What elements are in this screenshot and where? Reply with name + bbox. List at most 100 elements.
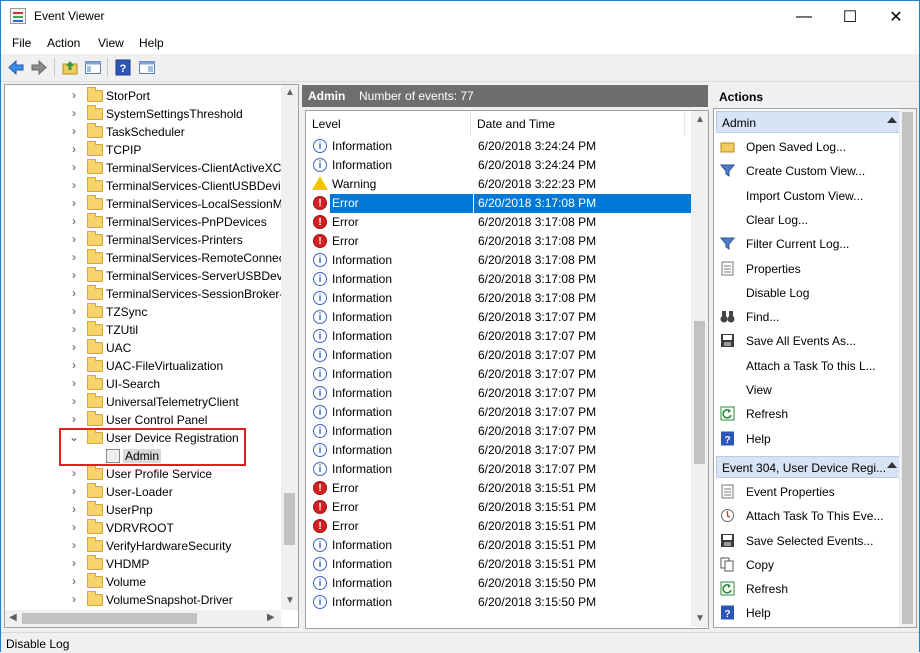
action-disable-log[interactable]: Disable Log — [714, 282, 904, 304]
chevron-right-icon[interactable]: › — [68, 286, 80, 300]
action-import-custom-view[interactable]: Import Custom View... — [714, 185, 904, 207]
event-row[interactable]: ! Error 6/20/2018 3:15:51 PM — [308, 479, 688, 498]
event-row[interactable]: ! Error 6/20/2018 3:17:08 PM — [308, 194, 692, 213]
scroll-right-arrow-icon[interactable]: ▶ — [267, 612, 275, 623]
action-copy[interactable]: Copy — [714, 554, 904, 576]
action-save-selected-events[interactable]: Save Selected Events... — [714, 530, 904, 552]
event-row[interactable]: i Information 6/20/2018 3:15:50 PM — [308, 593, 688, 612]
tree-item-folder[interactable]: ⌄ User Device Registration — [5, 429, 285, 447]
tree-vertical-scrollbar[interactable]: ▲ ▼ — [281, 85, 298, 610]
scroll-down-arrow-icon[interactable]: ▼ — [285, 595, 295, 606]
event-row[interactable]: ! Error 6/20/2018 3:17:08 PM — [308, 213, 688, 232]
tree-item-folder[interactable]: › SystemSettingsThreshold — [5, 105, 285, 123]
chevron-right-icon[interactable]: › — [68, 250, 80, 264]
chevron-right-icon[interactable]: › — [68, 412, 80, 426]
action-help[interactable]: ? Help — [714, 602, 904, 624]
action-clear-log[interactable]: Clear Log... — [714, 209, 904, 231]
chevron-right-icon[interactable]: › — [68, 556, 80, 570]
action-refresh[interactable]: Refresh — [714, 578, 904, 600]
tree-item-folder[interactable]: › TaskScheduler — [5, 123, 285, 141]
help-icon[interactable]: ? — [114, 59, 132, 76]
tree-item-folder[interactable]: › TerminalServices-SessionBroker-Client — [5, 285, 298, 303]
chevron-right-icon[interactable]: › — [68, 196, 80, 210]
tree-item-folder[interactable]: › UAC-FileVirtualization — [5, 357, 285, 375]
tree-scroll-thumb[interactable] — [284, 493, 295, 545]
event-row[interactable]: i Information 6/20/2018 3:24:24 PM — [308, 137, 688, 156]
tree-item-folder[interactable]: › VHDMP — [5, 555, 285, 573]
chevron-right-icon[interactable]: › — [68, 376, 80, 390]
action-attach-a-task-to-this-l[interactable]: Attach a Task To this L... — [714, 355, 904, 377]
chevron-right-icon[interactable]: › — [68, 268, 80, 282]
action-properties[interactable]: Properties — [714, 258, 904, 280]
event-row[interactable]: i Information 6/20/2018 3:17:07 PM — [308, 384, 688, 403]
tree-item-folder[interactable]: › User-Loader — [5, 483, 285, 501]
event-row[interactable]: ! Error 6/20/2018 3:15:51 PM — [308, 498, 688, 517]
event-row[interactable]: i Information 6/20/2018 3:17:07 PM — [308, 441, 688, 460]
tree-item-folder[interactable]: › StorPort — [5, 87, 285, 105]
chevron-right-icon[interactable]: › — [68, 394, 80, 408]
chevron-right-icon[interactable]: › — [68, 502, 80, 516]
column-header-date[interactable]: Date and Time — [471, 111, 685, 136]
scroll-up-arrow-icon[interactable]: ▲ — [285, 87, 295, 98]
tree-item-log[interactable]: Admin — [5, 447, 285, 465]
action-section-header[interactable]: Event 304, User Device Regi... — [716, 455, 904, 478]
event-row[interactable]: i Information 6/20/2018 3:17:08 PM — [308, 270, 688, 289]
scroll-up-arrow-icon[interactable]: ▲ — [695, 114, 705, 125]
tree-horizontal-scrollbar[interactable]: ◀ ▶ — [5, 610, 281, 627]
action-filter-current-log[interactable]: Filter Current Log... — [714, 233, 904, 255]
chevron-right-icon[interactable]: › — [68, 358, 80, 372]
tree-item-folder[interactable]: › VerifyHardwareSecurity — [5, 537, 285, 555]
forward-icon[interactable] — [30, 59, 48, 76]
tree-item-folder[interactable]: › TerminalServices-RemoteConnectionManage… — [5, 249, 298, 267]
chevron-right-icon[interactable]: › — [68, 592, 80, 606]
chevron-right-icon[interactable]: › — [68, 484, 80, 498]
event-list-scroll-thumb[interactable] — [694, 321, 705, 464]
tree-hscroll-thumb[interactable] — [22, 613, 197, 624]
action-refresh[interactable]: Refresh — [714, 403, 904, 425]
chevron-right-icon[interactable]: › — [68, 520, 80, 534]
show-hide-tree-icon[interactable] — [84, 59, 102, 76]
chevron-right-icon[interactable]: › — [68, 106, 80, 120]
event-row[interactable]: i Information 6/20/2018 3:17:07 PM — [308, 422, 688, 441]
event-row[interactable]: i Information 6/20/2018 3:15:51 PM — [308, 555, 688, 574]
action-save-all-events-as[interactable]: Save All Events As... — [714, 330, 904, 352]
event-row[interactable]: i Information 6/20/2018 3:17:07 PM — [308, 327, 688, 346]
action-create-custom-view[interactable]: Create Custom View... — [714, 160, 904, 182]
tree-item-folder[interactable]: › TZUtil — [5, 321, 285, 339]
event-row[interactable]: ! Error 6/20/2018 3:15:51 PM — [308, 517, 688, 536]
tree-item-folder[interactable]: › VolumeSnapshot-Driver — [5, 591, 285, 609]
tree-item-folder[interactable]: › TerminalServices-Printers — [5, 231, 285, 249]
event-row[interactable]: i Information 6/20/2018 3:24:24 PM — [308, 156, 688, 175]
back-icon[interactable] — [7, 59, 25, 76]
minimize-button[interactable]: — — [781, 1, 827, 32]
tree-item-folder[interactable]: › TCPIP — [5, 141, 285, 159]
menu-file[interactable]: File — [12, 36, 31, 50]
event-row[interactable]: i Information 6/20/2018 3:17:08 PM — [308, 251, 688, 270]
chevron-right-icon[interactable]: › — [68, 142, 80, 156]
chevron-right-icon[interactable]: › — [68, 538, 80, 552]
chevron-right-icon[interactable]: › — [68, 466, 80, 480]
event-row[interactable]: i Information 6/20/2018 3:17:07 PM — [308, 365, 688, 384]
tree-item-folder[interactable]: › TerminalServices-ServerUSBDevices — [5, 267, 298, 285]
chevron-right-icon[interactable]: › — [68, 322, 80, 336]
event-row[interactable]: i Information 6/20/2018 3:17:07 PM — [308, 308, 688, 327]
chevron-right-icon[interactable]: › — [68, 178, 80, 192]
chevron-right-icon[interactable]: › — [68, 340, 80, 354]
chevron-right-icon[interactable]: › — [68, 574, 80, 588]
chevron-right-icon[interactable]: › — [68, 214, 80, 228]
tree-item-folder[interactable]: › UserPnp — [5, 501, 285, 519]
chevron-right-icon[interactable]: › — [68, 304, 80, 318]
tree-item-folder[interactable]: › UAC — [5, 339, 285, 357]
action-find[interactable]: Find... — [714, 306, 904, 328]
event-row[interactable]: ! Error 6/20/2018 3:17:08 PM — [308, 232, 688, 251]
chevron-right-icon[interactable]: › — [68, 88, 80, 102]
tree-item-folder[interactable]: › UI-Search — [5, 375, 285, 393]
action-open-saved-log[interactable]: Open Saved Log... — [714, 136, 904, 158]
tree-item-folder[interactable]: › TerminalServices-PnPDevices — [5, 213, 285, 231]
tree-item-folder[interactable]: › UniversalTelemetryClient — [5, 393, 285, 411]
event-row[interactable]: i Information 6/20/2018 3:17:07 PM — [308, 403, 688, 422]
event-row[interactable]: i Information 6/20/2018 3:17:08 PM — [308, 289, 688, 308]
action-event-properties[interactable]: Event Properties — [714, 481, 904, 503]
collapse-arrow-icon[interactable] — [887, 461, 897, 468]
tree-item-folder[interactable]: › VDRVROOT — [5, 519, 285, 537]
